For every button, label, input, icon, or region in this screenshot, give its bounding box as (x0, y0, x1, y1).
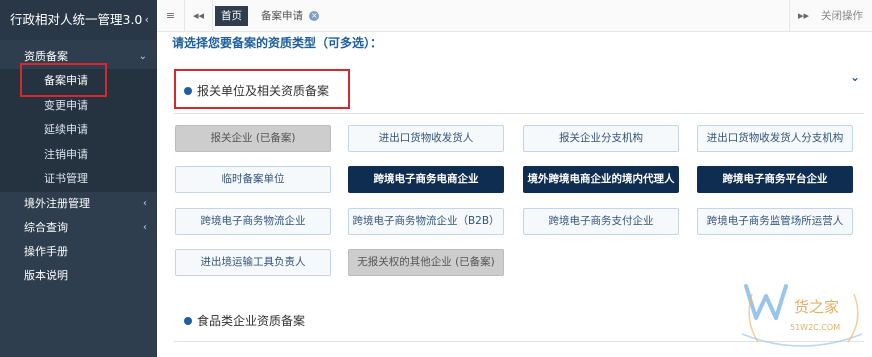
chevron-down-icon[interactable]: ⌄ (850, 70, 860, 84)
watermark-logo: 货之家 51W2C.COM (738, 280, 868, 352)
tab-home[interactable]: 首页 (215, 6, 248, 26)
option-cbec-logistics-b2b[interactable]: 跨境电子商务物流企业（B2B） (348, 208, 504, 235)
bullet-icon (184, 86, 192, 95)
watermark-text: 货之家 (794, 298, 839, 316)
sidebar-item-cancel[interactable]: 注销申请 (0, 143, 157, 168)
option-customs-enterprise[interactable]: 报关企业 (已备案) (175, 125, 331, 152)
sidebar-collapse-icon[interactable]: ‹ (145, 0, 149, 40)
watermark-url: 51W2C.COM (790, 323, 840, 332)
menu-group-overseas[interactable]: 境外注册管理 ‹ (0, 192, 157, 216)
sidebar-item-renew[interactable]: 延续申请 (0, 118, 157, 143)
section-title-text: 食品类企业资质备案 (197, 314, 306, 328)
option-consignee-consignor[interactable]: 进出口货物收发货人 (348, 125, 504, 152)
app-title: 行政相对人统一管理3.0 ‹ (0, 0, 157, 40)
tab-current-label: 备案申请 (261, 10, 303, 22)
option-temporary-unit[interactable]: 临时备案单位 (175, 166, 331, 193)
tab-back-icon[interactable]: ◂◂ (185, 0, 213, 32)
watermark-graphic: 货之家 51W2C.COM (741, 284, 863, 347)
option-cbec-supervision[interactable]: 跨境电子商务监管场所运营人 (697, 208, 853, 235)
sidebar-item-certificates[interactable]: 证书管理 (0, 167, 157, 192)
tab-current[interactable]: 备案申请 × (255, 6, 325, 26)
option-cbec-payment[interactable]: 跨境电子商务支付企业 (523, 208, 679, 235)
menu-group-version[interactable]: 版本说明 (0, 264, 157, 288)
menu-group-query[interactable]: 综合查询 ‹ (0, 216, 157, 240)
chevron-down-icon: ⌄ (138, 51, 147, 62)
option-overseas-agent[interactable]: 境外跨境电商企业的境内代理人 (523, 166, 679, 193)
option-consignee-branch[interactable]: 进出口货物收发货人分支机构 (697, 125, 853, 152)
sidebar-item-apply[interactable]: 备案申请 (0, 69, 157, 94)
option-other-enterprise[interactable]: 无报关权的其他企业 (已备案) (348, 249, 504, 276)
app-title-text: 行政相对人统一管理3.0 (10, 12, 143, 27)
tab-bar: ≡ ◂◂ 首页 备案申请 × ▸▸ 关闭操作 (157, 0, 872, 32)
close-icon[interactable]: × (309, 11, 320, 21)
menu-group-manual[interactable]: 操作手册 (0, 240, 157, 264)
chevron-left-icon: ‹ (143, 197, 147, 209)
sidebar-menu: 资质备案 ⌄ 备案申请 变更申请 延续申请 注销申请 证书管理 境外注册管理 ‹… (0, 40, 157, 288)
page-prompt: 请选择您要备案的资质类型（可多选）： (172, 36, 383, 50)
menu-toggle-icon[interactable]: ≡ (157, 0, 185, 32)
tab-forward-icon[interactable]: ▸▸ (789, 0, 817, 32)
sidebar-item-change[interactable]: 变更申请 (0, 94, 157, 119)
section-title-food[interactable]: 食品类企业资质备案 (184, 312, 305, 329)
option-customs-branch[interactable]: 报关企业分支机构 (523, 125, 679, 152)
chevron-left-icon: ‹ (143, 221, 147, 233)
menu-group-label: 版本说明 (24, 268, 68, 282)
section-title-text: 报关单位及相关资质备案 (197, 84, 330, 98)
menu-group-qualification[interactable]: 资质备案 ⌄ (0, 45, 157, 69)
menu-group-label: 综合查询 (24, 220, 68, 234)
option-cbec-platform[interactable]: 跨境电子商务平台企业 (697, 166, 853, 193)
bullet-icon (184, 316, 192, 325)
submenu-qualification: 备案申请 变更申请 延续申请 注销申请 证书管理 (0, 69, 157, 192)
section-title-customs[interactable]: 报关单位及相关资质备案 (184, 82, 329, 99)
divider (174, 113, 864, 114)
menu-group-label: 资质备案 (24, 50, 68, 63)
sidebar: 行政相对人统一管理3.0 ‹ 资质备案 ⌄ 备案申请 变更申请 延续申请 注销申… (0, 0, 157, 357)
option-cbec-logistics[interactable]: 跨境电子商务物流企业 (175, 208, 331, 235)
option-cbec-ecommerce[interactable]: 跨境电子商务电商企业 (348, 166, 504, 193)
option-transport-tool[interactable]: 进出境运输工具负责人 (175, 249, 331, 276)
close-operations-button[interactable]: 关闭操作 (821, 0, 863, 32)
menu-group-label: 操作手册 (24, 244, 68, 258)
menu-group-label: 境外注册管理 (24, 196, 90, 210)
